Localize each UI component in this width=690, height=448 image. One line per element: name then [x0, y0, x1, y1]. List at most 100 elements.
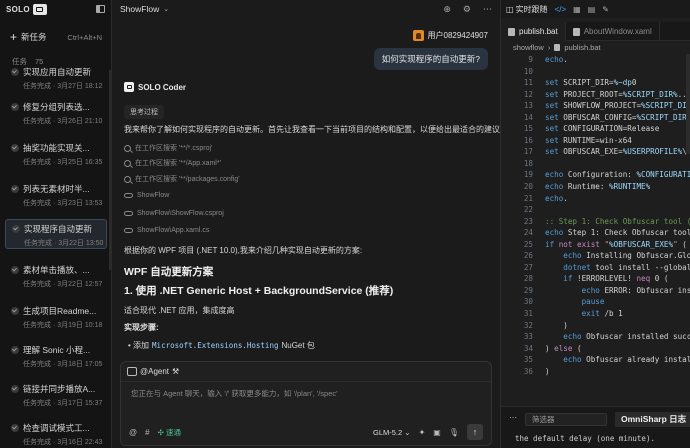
tab-about-window[interactable]: AboutWindow.xaml	[566, 22, 660, 41]
check-icon	[11, 385, 19, 393]
hash-icon[interactable]: #	[145, 428, 149, 437]
breadcrumb-folder[interactable]: showflow	[513, 43, 544, 52]
tool-call[interactable]: ShowFlow	[124, 192, 169, 199]
tool-call[interactable]: 在工作区搜索 '**/packages.config'	[124, 174, 240, 184]
tool-call[interactable]: 在工作区搜索 '**/*.csproj'	[124, 143, 212, 153]
project-name[interactable]: ShowFlow	[120, 4, 159, 14]
task-meta: 任务完成 · 3月18日 17:05	[23, 361, 103, 368]
code-line: 32 )	[501, 320, 690, 332]
sidebar-toggle-icon[interactable]	[96, 5, 105, 13]
thinking-toggle[interactable]: 思考过程	[124, 105, 164, 119]
code-editor[interactable]: 9 echo. 10 11 set SCRIPT_DIR=%~dp0 12 set PROJ…	[501, 54, 690, 406]
file-icon	[554, 44, 561, 51]
task-meta: 任务完成 · 3月19日 10:18	[23, 322, 103, 329]
line-number: 15	[523, 124, 533, 134]
code-text: dotnet tool install --global	[563, 262, 690, 272]
sidebar-scrollbar[interactable]	[109, 70, 111, 270]
line-number: 26	[523, 251, 533, 261]
task-item[interactable]: 抽奖功能实现关... 任务完成 · 3月25日 16:35	[5, 139, 107, 169]
avatar	[412, 30, 424, 41]
task-item-active[interactable]: 实现程序自动更新 任务完成 · 3月22日 13:50	[5, 219, 107, 249]
line-number: 11	[523, 78, 533, 88]
bullet-prefix: 添加	[133, 341, 150, 350]
tool-call[interactable]: ShowFlow\App.xaml.cs	[124, 227, 209, 234]
editor-tabs: publish.bat AboutWindow.xaml	[501, 22, 690, 41]
tab-label: publish.bat	[519, 27, 558, 36]
tab-publish-bat[interactable]: publish.bat	[501, 22, 566, 41]
agent-selector[interactable]: @Agent ⚒	[127, 367, 179, 376]
tool-call[interactable]: 在工作区搜索 '**/App.xaml*'	[124, 158, 221, 168]
output-filter[interactable]	[525, 413, 607, 426]
task-title: 抽奖功能实现关...	[23, 143, 90, 153]
task-item[interactable]: 实现应用自动更新 任务完成 · 3月27日 18:12	[5, 63, 107, 93]
line-number: 9	[528, 55, 533, 64]
code-text: echo Obfuscar already install	[563, 355, 690, 365]
task-item[interactable]: 链接并同步播放A... 任务完成 · 3月17日 15:37	[5, 380, 107, 410]
settings-icon[interactable]: ⚙	[463, 4, 471, 15]
code-text: :: Step 1: Check Obfuscar tool (u	[545, 216, 690, 226]
new-task-button[interactable]: + 新任务 Ctrl+Alt+N	[4, 28, 108, 46]
task-meta: 任务完成 · 3月22日 12:57	[23, 281, 103, 288]
solo-logo-icon	[124, 82, 134, 92]
more-icon[interactable]: ⋯	[509, 413, 517, 422]
mode-toggle[interactable]: ✣ 速通	[158, 427, 181, 438]
task-title: 理解 Sonic 小程...	[23, 345, 91, 355]
code-line: 30 pause	[501, 296, 690, 308]
check-icon	[11, 144, 19, 152]
task-item[interactable]: 修复分组列表选... 任务完成 · 3月26日 21:10	[5, 98, 107, 128]
chat-panel: ShowFlow ⌄ ⊕ ⚙ ⋯ 用户0829424907 如何实现程序的自动更…	[112, 0, 508, 448]
breadcrumb-file[interactable]: publish.bat	[564, 43, 600, 52]
task-item[interactable]: 理解 Sonic 小程... 任务完成 · 3月18日 17:05	[5, 341, 107, 371]
output-channel-select[interactable]: OmniSharp 日志	[615, 412, 690, 427]
line-number: 23	[523, 216, 533, 226]
assistant-intro: 我来帮你了解如何实现程序的自动更新。首先让我查看一下当前项目的结构和配置，以便给…	[124, 125, 508, 134]
send-button[interactable]: ↑	[467, 424, 483, 440]
more-icon[interactable]: ⋯	[483, 4, 492, 15]
chevron-down-icon[interactable]: ⌄	[163, 5, 169, 13]
bullet-code: Microsoft.Extensions.Hosting	[152, 341, 279, 350]
follow-toggle[interactable]: ◫ 实时跟随	[506, 4, 548, 15]
chat-header: ShowFlow ⌄ ⊕ ⚙ ⋯	[112, 0, 500, 18]
mention-icon[interactable]: @	[129, 428, 137, 437]
task-title: 素材单击播放、...	[23, 265, 90, 275]
model-selector[interactable]: GLM-5.2 ⌄	[373, 428, 411, 437]
task-meta: 任务完成 · 3月16日 22:43	[23, 439, 103, 446]
code-line: 9 echo.	[501, 54, 690, 66]
file-icon	[572, 27, 580, 36]
tool-call-label: ShowFlow\ShowFlow.csproj	[137, 210, 224, 217]
microphone-icon[interactable]: 🎙︎	[449, 428, 459, 437]
grid-icon[interactable]: ▦	[573, 5, 581, 14]
code-line: 20 echo Runtime: %RUNTIME%	[501, 181, 690, 193]
list-item: • 添加 Microsoft.Extensions.Hosting NuGet 包	[128, 340, 315, 351]
tool-call[interactable]: ShowFlow\ShowFlow.csproj	[124, 210, 224, 217]
filter-input[interactable]	[532, 415, 602, 424]
link-icon	[124, 193, 133, 198]
code-line: 18	[501, 158, 690, 170]
sparkle-icon[interactable]: ✦	[419, 428, 426, 437]
task-item[interactable]: 列表无素材时半... 任务完成 · 3月23日 13:53	[5, 180, 107, 210]
code-icon[interactable]: </>	[555, 5, 567, 14]
code-line: 12 set PROJECT_ROOT=%SCRIPT_DIR%..	[501, 89, 690, 101]
panel-title: 实时跟随	[515, 4, 548, 14]
wrench-icon[interactable]: ✎	[602, 5, 609, 14]
task-item[interactable]: 生成项目Readme... 任务完成 · 3月19日 10:18	[5, 302, 107, 332]
terminal-icon[interactable]: ▤	[588, 5, 596, 14]
arrow-up-icon: ↑	[472, 427, 478, 437]
chat-toolbar: ⊕ ⚙ ⋯	[443, 4, 492, 15]
add-icon[interactable]: ⊕	[443, 4, 451, 15]
code-line: 11 set SCRIPT_DIR=%~dp0	[501, 77, 690, 89]
code-line: 23:: Step 1: Check Obfuscar tool (u	[501, 216, 690, 228]
line-number: 20	[523, 182, 533, 192]
task-meta: 任务完成 · 3月22日 13:50	[24, 240, 104, 247]
code-text: set SCRIPT_DIR=%~dp0	[545, 78, 637, 88]
chat-input[interactable]	[131, 387, 481, 399]
search-icon	[124, 159, 131, 167]
image-icon[interactable]: ▣	[433, 428, 441, 437]
editor-scrollbar[interactable]	[686, 54, 690, 154]
task-item[interactable]: 素材单击播放、... 任务完成 · 3月22日 12:57	[5, 261, 107, 291]
check-icon	[11, 424, 19, 432]
task-item[interactable]: 检查调试模式工... 任务完成 · 3月16日 22:43	[5, 419, 107, 448]
line-number: 32	[523, 320, 533, 330]
code-text: set RUNTIME=win-x64	[545, 135, 632, 145]
